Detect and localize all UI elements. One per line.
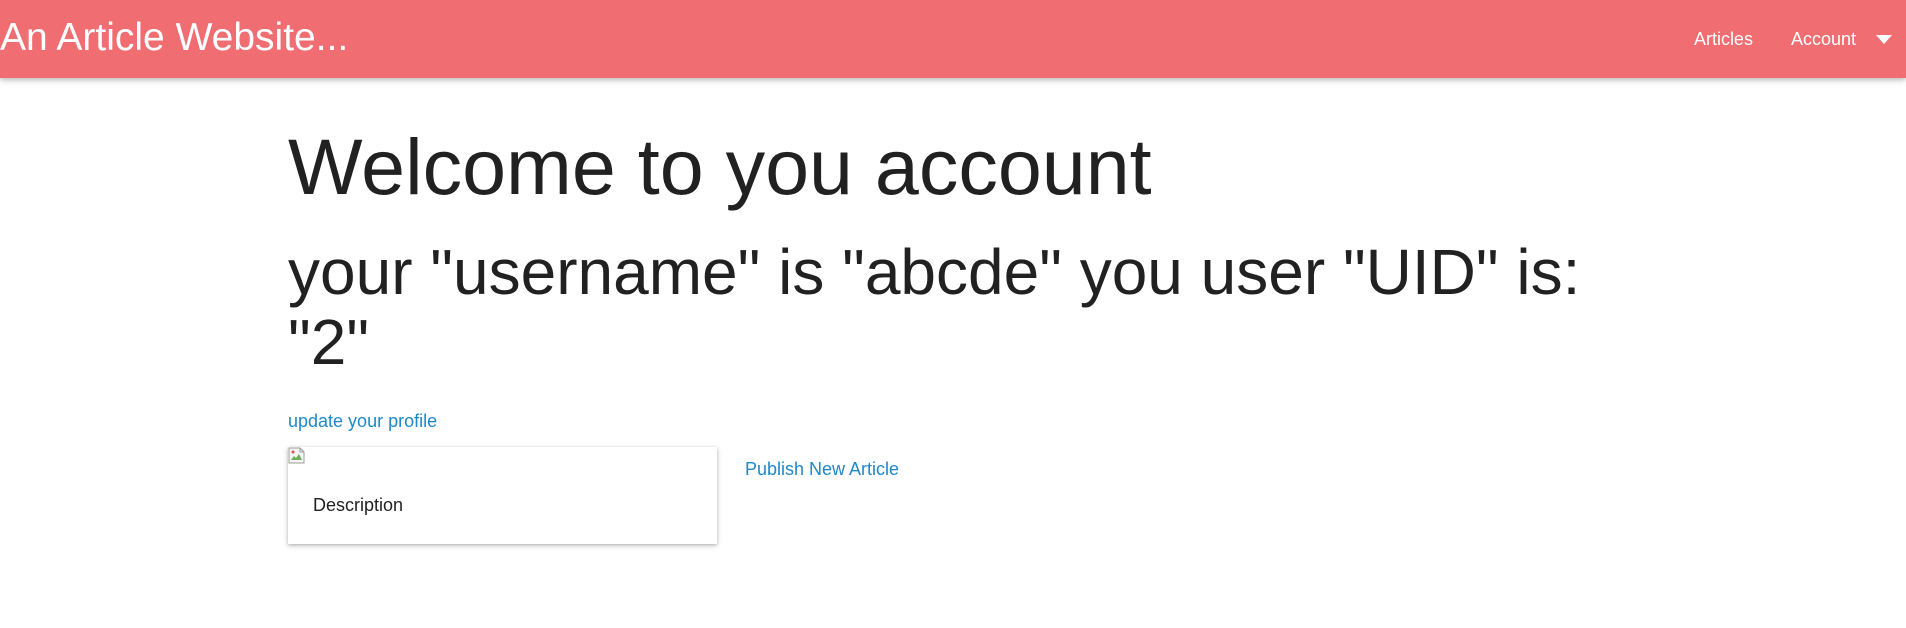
site-brand-link[interactable]: An Article Website... [0, 13, 348, 63]
caret-down-icon[interactable] [1874, 33, 1894, 45]
nav-link-account[interactable]: Account [1791, 29, 1856, 50]
nav-link-articles[interactable]: Articles [1694, 29, 1753, 50]
article-card-description: Description [313, 495, 404, 515]
publish-new-article-link[interactable]: Publish New Article [745, 459, 899, 480]
user-info-heading: your "username" is "abcde" you user "UID… [288, 236, 1581, 378]
nav-links: Articles Account [1656, 0, 1894, 78]
broken-image-icon-svg [288, 447, 305, 464]
caret-down-icon-svg [1876, 34, 1892, 44]
top-navbar: An Article Website... Articles Account [0, 0, 1906, 78]
page-title: Welcome to you account [288, 122, 1152, 211]
update-profile-link[interactable]: update your profile [288, 411, 437, 432]
broken-image-icon [288, 447, 306, 465]
